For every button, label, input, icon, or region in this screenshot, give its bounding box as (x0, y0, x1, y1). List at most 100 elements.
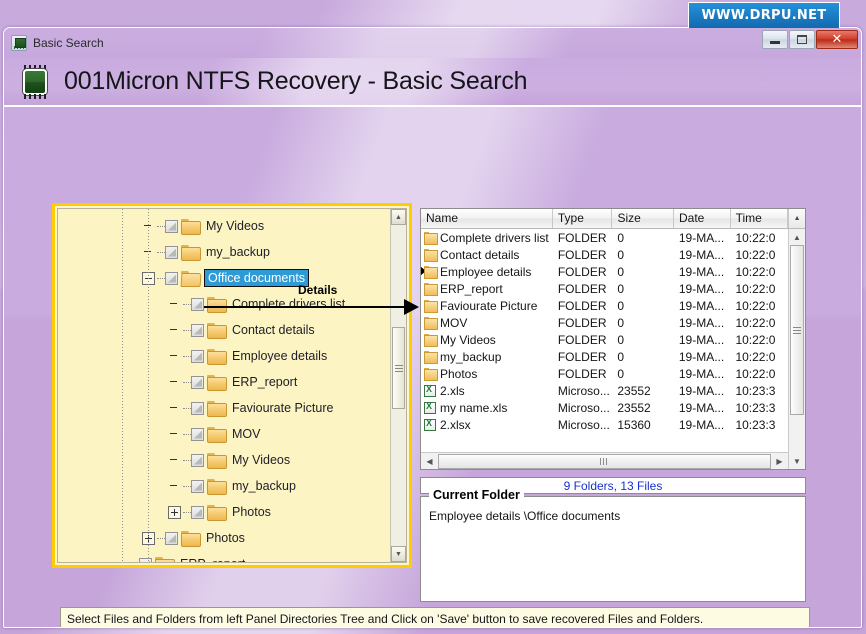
cell-size: 0 (617, 247, 625, 262)
tree-node-label[interactable]: ERP_report (178, 557, 247, 562)
tree-scroll-up-arrow[interactable]: ▲ (391, 209, 406, 225)
tree-node-checkbox[interactable] (165, 245, 178, 259)
tree-node[interactable]: Contact details (58, 317, 390, 343)
tree-node[interactable]: MOV (58, 421, 390, 447)
tree-node-checkbox[interactable] (191, 427, 204, 441)
directory-tree[interactable]: My Videos my_backup Office documents Comple… (57, 208, 407, 563)
minimize-button[interactable] (762, 30, 788, 49)
file-list-row[interactable]: Complete drivers list FOLDER 0 19-MA... 10:2… (421, 229, 788, 246)
tree-node-label[interactable]: MOV (230, 427, 262, 441)
folder-icon (207, 453, 227, 469)
cell-time: 10:22:0 (735, 349, 776, 364)
tree-node-label[interactable]: my_backup (204, 245, 272, 259)
tree-node-label[interactable]: My Videos (204, 219, 266, 233)
tree-connector (183, 303, 191, 305)
file-list-panel[interactable]: Name Type Size Date Time ▲ Complete drivers l… (420, 208, 806, 470)
tree-node[interactable]: Photos (58, 525, 390, 551)
tree-node-label[interactable]: My Videos (230, 453, 292, 467)
tree-scroll-content[interactable]: My Videos my_backup Office documents Comple… (58, 209, 390, 562)
file-list-row[interactable]: ERP_report FOLDER 0 19-MA... 10:22:0 (421, 280, 788, 297)
tree-node[interactable]: ERP_report (58, 369, 390, 395)
column-header-size[interactable]: Size (612, 209, 674, 228)
file-list-row[interactable]: Contact details FOLDER 0 19-MA... 10:22:0 (421, 246, 788, 263)
cell-name: ERP_report (421, 282, 553, 296)
file-list-hscroll-thumb[interactable] (438, 453, 771, 469)
column-sort-icon[interactable]: ▲ (788, 209, 805, 228)
folder-icon (424, 232, 438, 245)
tree-node-checkbox[interactable] (139, 557, 152, 562)
cell-type: Microso... (557, 383, 610, 398)
tree-node-label[interactable]: my_backup (230, 479, 298, 493)
directory-tree-panel[interactable]: My Videos my_backup Office documents Comple… (52, 203, 412, 568)
file-list-scroll-right-arrow[interactable]: ▶ (771, 453, 788, 469)
column-header-time[interactable]: Time (731, 209, 789, 228)
folder-icon (424, 300, 438, 313)
file-list-row[interactable]: my name.xls Microso... 23552 19-MA... 10:23:… (421, 399, 788, 416)
tree-node-checkbox[interactable] (191, 505, 204, 519)
cell-name: Employee details (421, 265, 553, 279)
tree-node-label[interactable]: Employee details (230, 349, 329, 363)
tree-node-checkbox[interactable] (165, 271, 178, 285)
tree-node[interactable]: my_backup (58, 239, 390, 265)
column-header-date[interactable]: Date (674, 209, 731, 228)
tree-node-checkbox[interactable] (191, 323, 204, 337)
file-list-scroll-thumb[interactable] (790, 245, 804, 415)
file-list-row[interactable]: My Videos FOLDER 0 19-MA... 10:22:0 (421, 331, 788, 348)
cell-name: My Videos (421, 333, 553, 347)
cell-time: 10:22:0 (735, 332, 776, 347)
tree-scroll-thumb[interactable] (392, 327, 405, 409)
tree-node[interactable]: my_backup (58, 473, 390, 499)
tree-node-label[interactable]: ERP_report (230, 375, 299, 389)
tree-node-checkbox[interactable] (191, 349, 204, 363)
file-list-rows[interactable]: Complete drivers list FOLDER 0 19-MA... 10:2… (421, 229, 788, 452)
tree-node[interactable]: ERP_report (58, 551, 390, 562)
close-button[interactable]: ✕ (816, 30, 858, 49)
tree-node-checkbox[interactable] (191, 375, 204, 389)
tree-scroll-down-arrow[interactable]: ▼ (391, 546, 406, 562)
column-header-name[interactable]: Name (421, 209, 553, 228)
tree-node-checkbox[interactable] (191, 297, 204, 311)
file-list-row[interactable]: Photos FOLDER 0 19-MA... 10:22:0 (421, 365, 788, 382)
folder-icon (424, 351, 438, 364)
tree-node-label[interactable]: Contact details (230, 323, 317, 337)
file-list-row[interactable]: 2.xlsx Microso... 15360 19-MA... 10:23:3 (421, 416, 788, 433)
tree-node-checkbox[interactable] (191, 401, 204, 415)
current-folder-group: Current Folder Employee details \Office … (420, 488, 806, 602)
tree-node-checkbox[interactable] (165, 219, 178, 233)
tree-indent-spacer (168, 428, 181, 441)
tree-node-label[interactable]: Faviourate Picture (230, 401, 335, 415)
file-list-row[interactable]: MOV FOLDER 0 19-MA... 10:22:0 (421, 314, 788, 331)
cell-size: 23552 (617, 383, 651, 398)
tree-node-checkbox[interactable] (165, 531, 178, 545)
tree-vertical-scrollbar[interactable]: ▲ ▼ (390, 209, 406, 562)
cell-type: FOLDER (557, 298, 607, 313)
cell-type: FOLDER (557, 281, 607, 296)
file-list-row[interactable]: 2.xls Microso... 23552 19-MA... 10:23:3 (421, 382, 788, 399)
file-list-vertical-scrollbar[interactable]: ▲ ▼ (788, 229, 805, 469)
cell-time: 10:23:3 (735, 400, 776, 415)
file-list-scroll-down-arrow[interactable]: ▼ (789, 453, 805, 469)
file-list-scroll-left-arrow[interactable]: ◀ (421, 453, 438, 469)
file-list-row[interactable]: Employee details FOLDER 0 19-MA... 10:22:0 (421, 263, 788, 280)
tree-node[interactable]: My Videos (58, 447, 390, 473)
column-header-type[interactable]: Type (553, 209, 613, 228)
tree-node-checkbox[interactable] (191, 479, 204, 493)
tree-node[interactable]: My Videos (58, 213, 390, 239)
tree-node-label[interactable]: Photos (230, 505, 273, 519)
file-list-row[interactable]: my_backup FOLDER 0 19-MA... 10:22:0 (421, 348, 788, 365)
tree-node[interactable]: Faviourate Picture (58, 395, 390, 421)
tree-connector (157, 277, 165, 279)
cell-name: my name.xls (421, 401, 553, 415)
tree-node-checkbox[interactable] (191, 453, 204, 467)
file-list-row[interactable]: Faviourate Picture FOLDER 0 19-MA... 10:22:0 (421, 297, 788, 314)
expand-icon[interactable] (168, 505, 181, 519)
file-list-horizontal-scrollbar[interactable]: ◀ ▶ (421, 452, 788, 469)
file-list-header[interactable]: Name Type Size Date Time ▲ (421, 209, 805, 229)
tree-connector (183, 355, 191, 357)
tree-node[interactable]: Photos (58, 499, 390, 525)
cell-date: 19-MA... (678, 366, 725, 381)
tree-node[interactable]: Employee details (58, 343, 390, 369)
maximize-button[interactable] (789, 30, 815, 49)
file-list-scroll-up-arrow[interactable]: ▲ (789, 229, 805, 245)
tree-node-label[interactable]: Photos (204, 531, 247, 545)
